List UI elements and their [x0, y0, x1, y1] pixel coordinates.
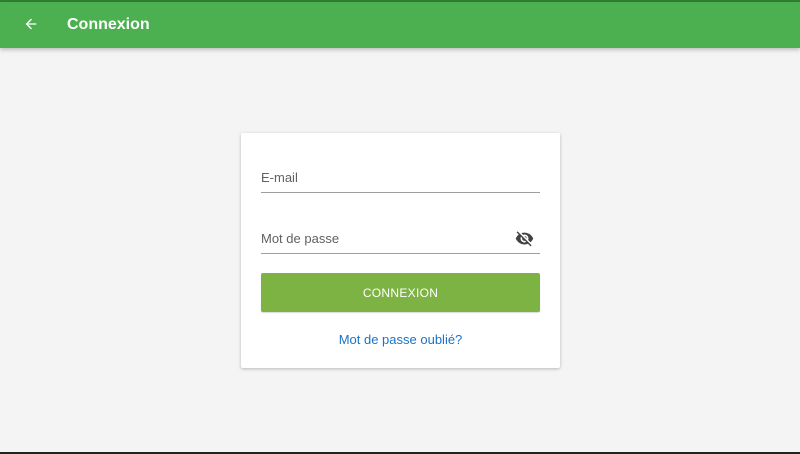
- email-field[interactable]: [261, 164, 540, 190]
- eye-off-icon: [515, 230, 533, 246]
- arrow-left-icon: [25, 18, 37, 30]
- app-bar: Connexion: [0, 2, 800, 48]
- password-visibility-toggle[interactable]: [514, 228, 534, 248]
- password-field[interactable]: [261, 225, 501, 251]
- back-button[interactable]: [14, 7, 48, 41]
- email-field-container: [261, 164, 540, 193]
- page-title: Connexion: [67, 16, 150, 33]
- forgot-password-link[interactable]: Mot de passe oublié?: [241, 332, 560, 348]
- login-card: CONNEXION Mot de passe oublié?: [241, 133, 560, 368]
- password-field-container: [261, 225, 540, 254]
- login-button[interactable]: CONNEXION: [261, 273, 540, 312]
